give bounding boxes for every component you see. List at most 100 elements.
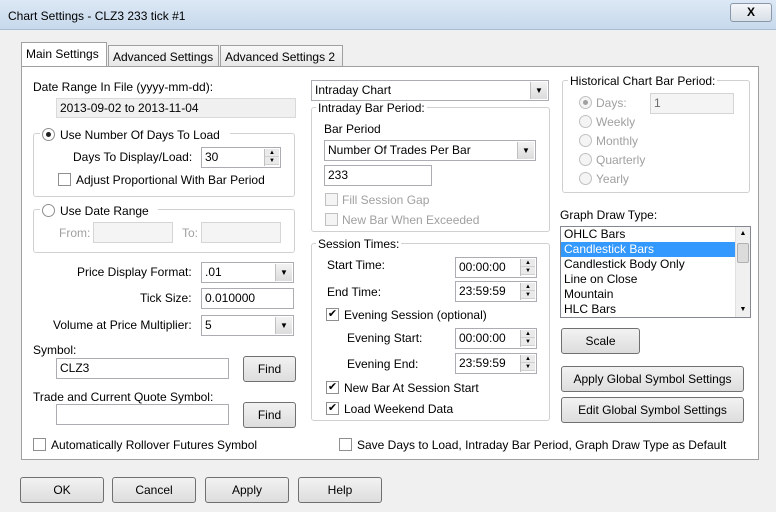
bar-period-select[interactable]: Number Of Trades Per Bar ▼ (324, 140, 536, 161)
evening-start-label: Evening Start: (347, 331, 423, 345)
help-button[interactable]: Help (298, 477, 382, 503)
chevron-down-icon[interactable]: ▼ (275, 264, 292, 281)
cancel-button[interactable]: Cancel (112, 477, 196, 503)
list-scrollbar[interactable]: ▲ ▼ (735, 227, 750, 317)
quarterly-label: Quarterly (596, 153, 646, 167)
edit-global-settings-button[interactable]: Edit Global Symbol Settings (561, 397, 744, 423)
date-range-value: 2013-09-02 to 2013-11-04 (56, 98, 296, 118)
days-input[interactable]: 30 ▲ ▼ (201, 147, 281, 168)
evening-session-checkbox[interactable]: ✔ (326, 308, 339, 321)
symbol-input[interactable]: CLZ3 (56, 358, 229, 379)
tab-advanced-settings[interactable]: Advanced Settings (108, 45, 219, 67)
apply-global-settings-button[interactable]: Apply Global Symbol Settings (561, 366, 744, 392)
days-spinner[interactable]: ▲ ▼ (264, 149, 279, 166)
days-input-value: 30 (205, 150, 219, 164)
weekly-radio (579, 115, 592, 128)
chevron-down-icon[interactable]: ▼ (530, 82, 547, 99)
symbol-label: Symbol: (33, 343, 77, 357)
adjust-proportional-checkbox[interactable] (58, 173, 71, 186)
use-date-range-radio[interactable] (42, 204, 55, 217)
ok-button[interactable]: OK (20, 477, 104, 503)
new-bar-session-checkbox[interactable]: ✔ (326, 381, 339, 394)
close-button[interactable]: X (730, 3, 772, 22)
rollover-checkbox[interactable] (33, 438, 46, 451)
evening-end-value: 23:59:59 (459, 356, 506, 370)
tab-advanced-settings-2[interactable]: Advanced Settings 2 (220, 45, 343, 67)
start-time-input[interactable]: 00:00:00 ▲ ▼ (455, 257, 537, 278)
evening-end-label: Evening End: (347, 357, 419, 371)
days-radio (579, 96, 592, 109)
list-item[interactable]: Mountain (561, 287, 750, 302)
tick-size-label: Tick Size: (140, 291, 192, 305)
end-time-input[interactable]: 23:59:59 ▲ ▼ (455, 281, 537, 302)
chevron-down-icon[interactable]: ▼ (275, 317, 292, 334)
weekly-label: Weekly (596, 115, 636, 129)
load-weekend-checkbox[interactable]: ✔ (326, 402, 339, 415)
scroll-thumb[interactable] (737, 243, 749, 263)
chart-type-select[interactable]: Intraday Chart ▼ (311, 80, 549, 101)
fill-session-gap-label: Fill Session Gap (342, 193, 430, 207)
spin-down-icon[interactable]: ▼ (521, 363, 535, 371)
apply-button[interactable]: Apply (205, 477, 289, 503)
spin-up-icon[interactable]: ▲ (521, 259, 535, 267)
spin-down-icon[interactable]: ▼ (521, 291, 535, 299)
spin-up-icon[interactable]: ▲ (521, 355, 535, 363)
evening-end-input[interactable]: 23:59:59 ▲ ▼ (455, 353, 537, 374)
start-time-spinner[interactable]: ▲ ▼ (520, 259, 535, 276)
end-time-value: 23:59:59 (459, 284, 506, 298)
spin-down-icon[interactable]: ▼ (521, 338, 535, 346)
list-item[interactable]: Line on Close (561, 272, 750, 287)
tick-size-input[interactable]: 0.010000 (201, 288, 294, 309)
date-range-label: Date Range In File (yyyy-mm-dd): (33, 80, 214, 94)
use-days-option[interactable]: Use Number Of Days To Load (40, 127, 230, 143)
evening-start-spinner[interactable]: ▲ ▼ (520, 330, 535, 347)
trade-symbol-input[interactable] (56, 404, 229, 425)
use-days-label: Use Number Of Days To Load (60, 128, 220, 142)
evening-end-spinner[interactable]: ▲ ▼ (520, 355, 535, 372)
monthly-label: Monthly (596, 134, 639, 148)
bar-period-number-input[interactable]: 233 (324, 165, 432, 186)
title-bar[interactable]: Chart Settings - CLZ3 233 tick #1 X (0, 0, 776, 30)
save-default-checkbox[interactable] (339, 438, 352, 451)
evening-start-value: 00:00:00 (459, 331, 506, 345)
graph-draw-type-list[interactable]: OHLC Bars Candlestick Bars Candlestick B… (560, 226, 751, 318)
list-item[interactable]: Candlestick Bars (561, 242, 750, 257)
fill-session-gap-checkbox (325, 193, 338, 206)
from-date-input (93, 222, 173, 243)
spin-up-icon[interactable]: ▲ (265, 149, 279, 157)
spin-up-icon[interactable]: ▲ (521, 330, 535, 338)
days-display-label: Days To Display/Load: (73, 150, 193, 164)
price-format-select[interactable]: .01 ▼ (201, 262, 294, 283)
use-date-range-option[interactable]: Use Date Range (40, 203, 158, 219)
list-item[interactable]: HLC Bars (561, 302, 750, 317)
to-label: To: (182, 226, 199, 240)
adjust-proportional-label: Adjust Proportional With Bar Period (76, 173, 265, 187)
scroll-down-icon[interactable]: ▼ (736, 303, 750, 317)
list-item[interactable]: OHLC Bars (561, 227, 750, 242)
spin-down-icon[interactable]: ▼ (521, 267, 535, 275)
end-time-spinner[interactable]: ▲ ▼ (520, 283, 535, 300)
spin-up-icon[interactable]: ▲ (521, 283, 535, 291)
load-weekend-label: Load Weekend Data (344, 402, 454, 416)
scale-button[interactable]: Scale (561, 328, 640, 354)
bar-period-value: Number Of Trades Per Bar (328, 143, 471, 157)
end-time-label: End Time: (327, 285, 382, 299)
intraday-bar-period-label: Intraday Bar Period: (316, 101, 427, 115)
volume-multiplier-select[interactable]: 5 ▼ (201, 315, 294, 336)
chevron-down-icon[interactable]: ▼ (517, 142, 534, 159)
window-title: Chart Settings - CLZ3 233 tick #1 (8, 9, 186, 23)
days-count-input: 1 (650, 93, 734, 114)
yearly-radio (579, 172, 592, 185)
chart-type-value: Intraday Chart (315, 83, 392, 97)
find-symbol-button[interactable]: Find (243, 356, 296, 382)
use-days-radio[interactable] (42, 128, 55, 141)
save-default-label: Save Days to Load, Intraday Bar Period, … (357, 438, 727, 452)
scroll-up-icon[interactable]: ▲ (736, 227, 750, 241)
list-item[interactable]: Candlestick Body Only (561, 257, 750, 272)
tab-main-settings[interactable]: Main Settings (21, 42, 107, 67)
find-trade-symbol-button[interactable]: Find (243, 402, 296, 428)
use-date-range-label: Use Date Range (60, 204, 149, 218)
spin-down-icon[interactable]: ▼ (265, 157, 279, 165)
evening-start-input[interactable]: 00:00:00 ▲ ▼ (455, 328, 537, 349)
rollover-label: Automatically Rollover Futures Symbol (51, 438, 258, 452)
